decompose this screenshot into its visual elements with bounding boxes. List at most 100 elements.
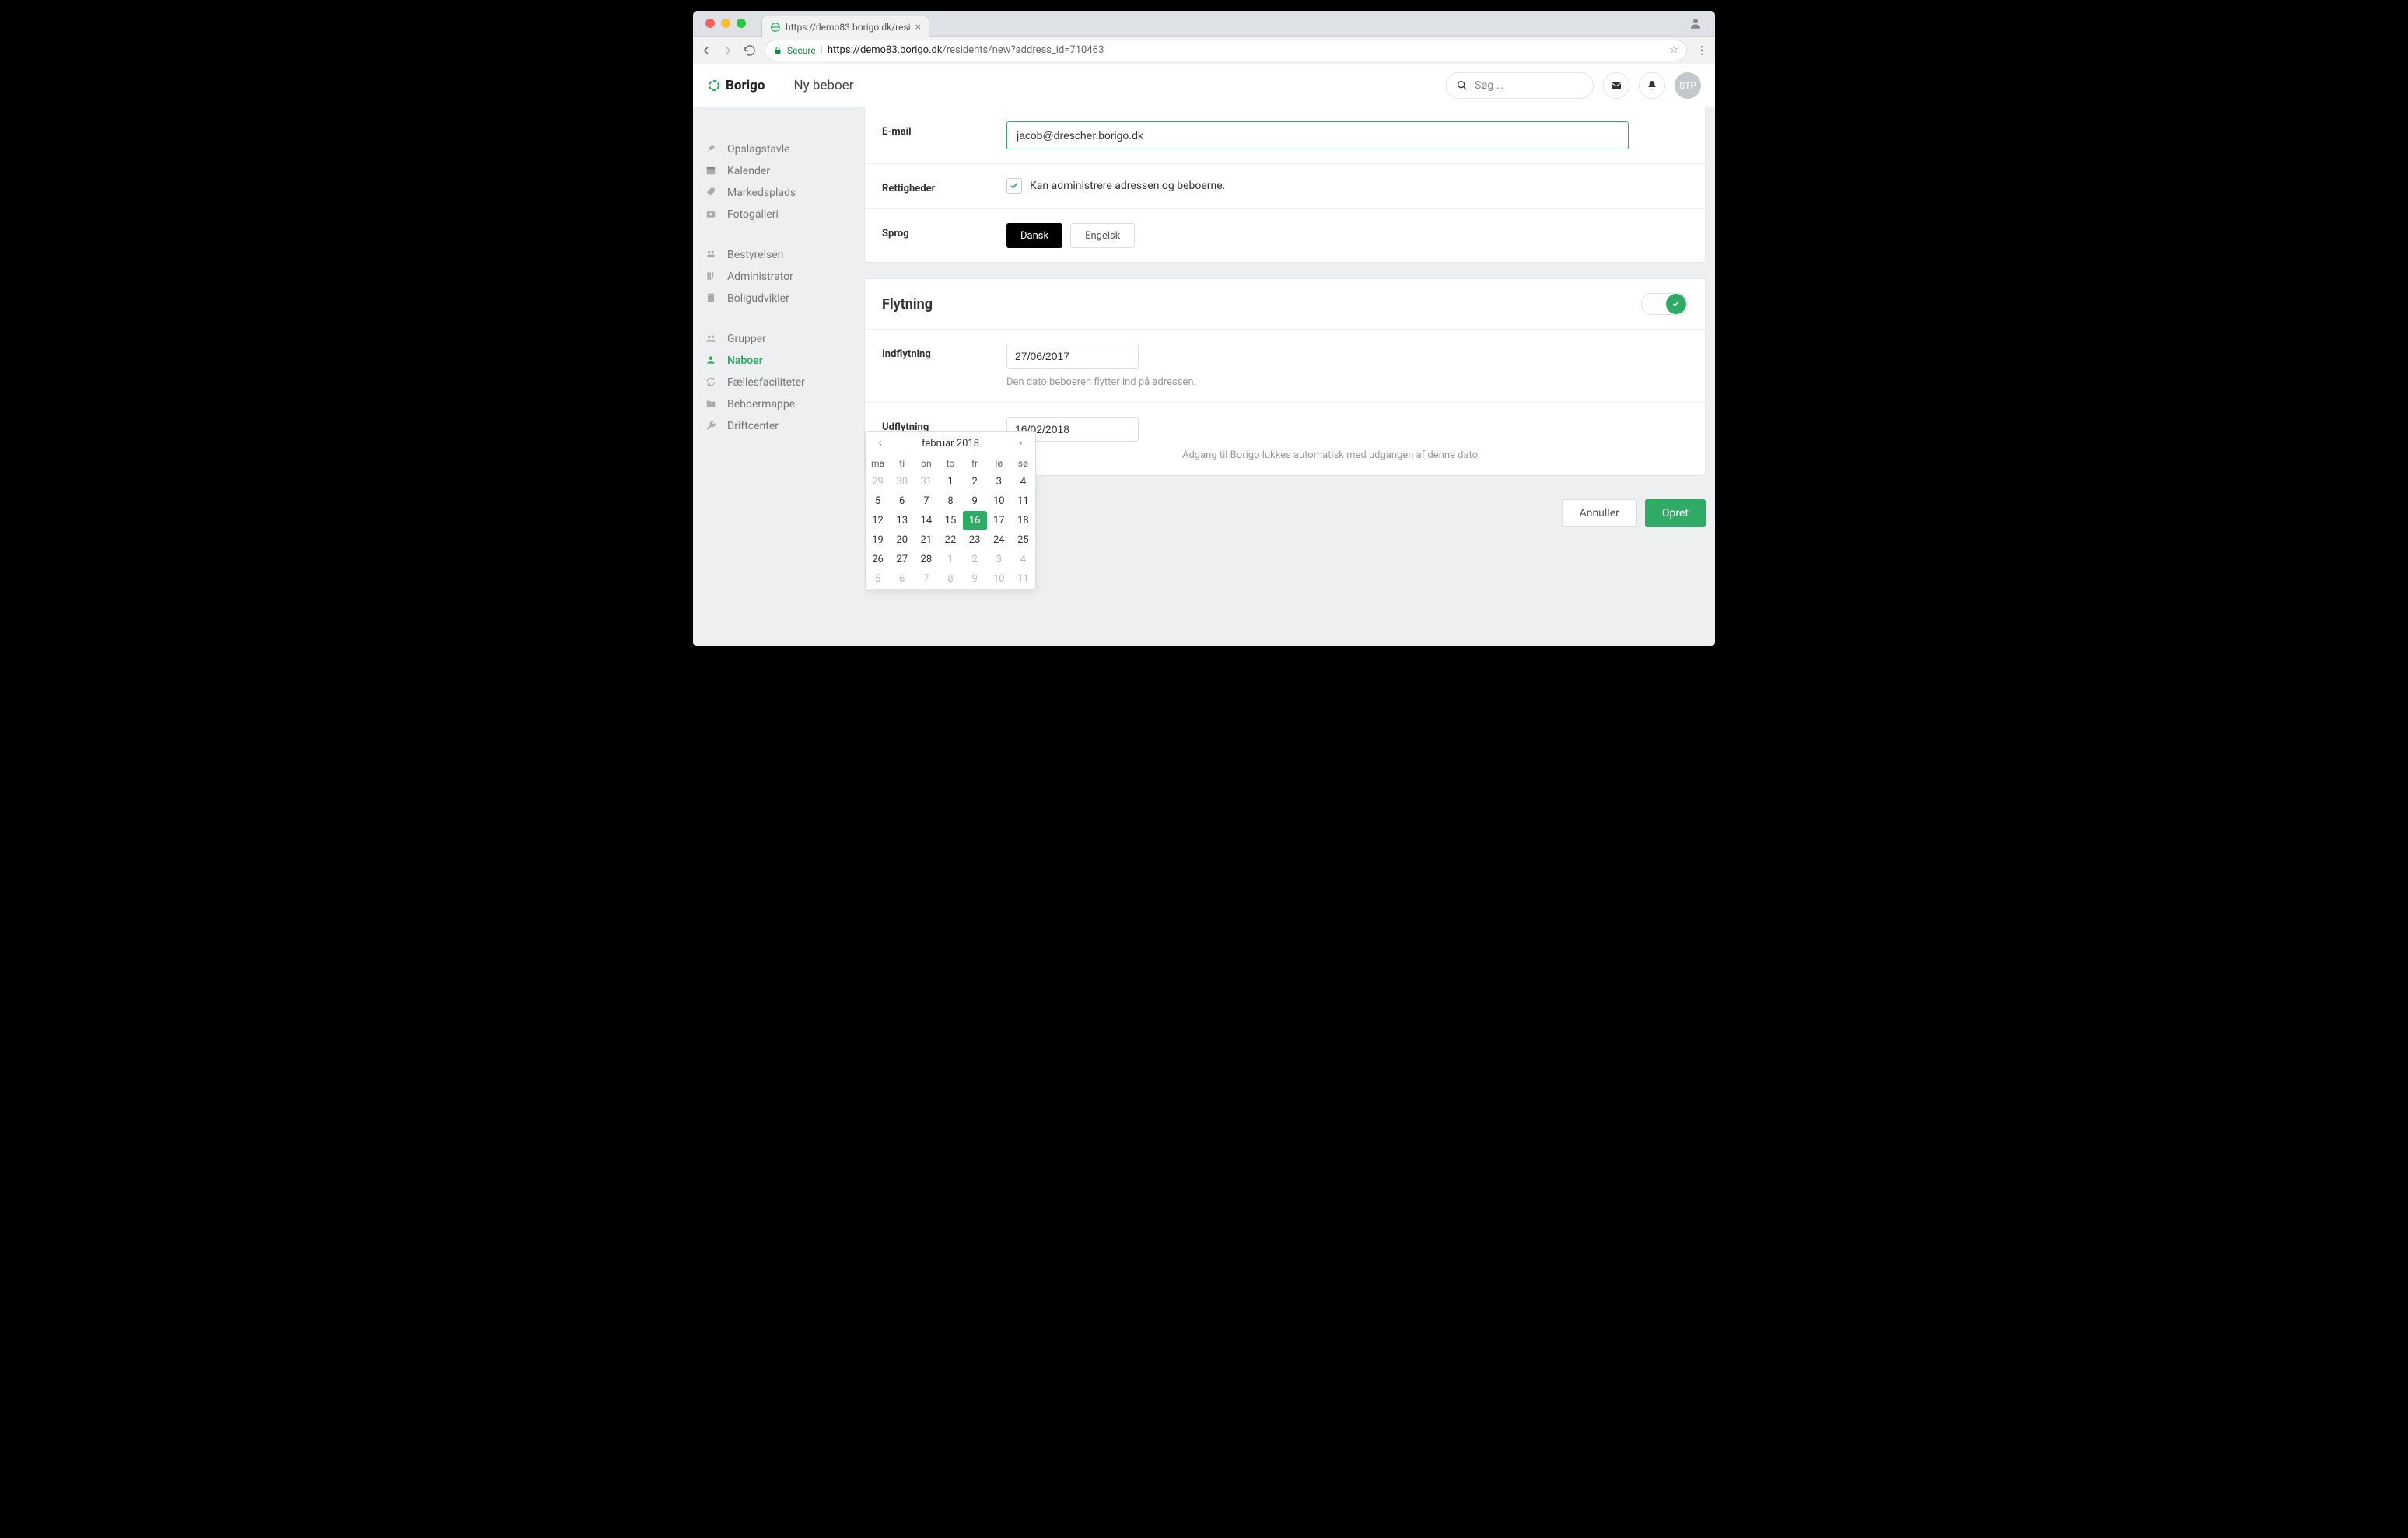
datepicker-day[interactable]: 28 [914,550,938,569]
mail-button[interactable] [1603,72,1629,99]
datepicker-day[interactable]: 2 [963,550,987,569]
datepicker-day[interactable]: 5 [866,569,890,589]
datepicker-day[interactable]: 14 [914,511,938,530]
datepicker-day[interactable]: 22 [938,530,962,550]
row-email: E-mail [865,107,1705,164]
datepicker-day[interactable]: 26 [866,550,890,569]
sidebar-item-markedsplads[interactable]: Markedsplads [693,182,864,204]
sidebar-item-label: Administrator [727,271,793,283]
window-minimize-button[interactable] [721,19,730,28]
datepicker-day[interactable]: 6 [890,491,914,511]
window-close-button[interactable] [705,19,715,28]
datepicker-dow: to [938,455,962,472]
datepicker-dow: sø [1011,455,1035,472]
create-button[interactable]: Opret [1645,499,1706,527]
datepicker-day[interactable]: 8 [938,491,962,511]
datepicker-day[interactable]: 5 [866,491,890,511]
close-icon[interactable]: × [915,21,921,33]
sidebar-item-fællesfaciliteter[interactable]: Fællesfaciliteter [693,372,864,393]
sidebar-item-label: Opslagstavle [727,143,790,156]
datepicker-day[interactable]: 18 [1011,511,1035,530]
datepicker-day[interactable]: 1 [938,472,962,491]
browser-tab[interactable]: https://demo83.borigo.dk/resi × [761,16,929,37]
sidebar-item-boligudvikler[interactable]: Boligudvikler [693,288,864,309]
language-option-dansk[interactable]: Dansk [1006,223,1062,248]
page-title: Ny beboer [793,78,853,93]
datepicker-day[interactable]: 19 [866,530,890,550]
rights-checkbox[interactable] [1006,178,1022,194]
forward-button[interactable] [721,44,735,58]
datepicker-day[interactable]: 27 [890,550,914,569]
datepicker-day[interactable]: 8 [938,569,962,589]
datepicker-day[interactable]: 6 [890,569,914,589]
browser-profile-icon[interactable] [1689,16,1703,30]
datepicker-day[interactable]: 12 [866,511,890,530]
datepicker-day[interactable]: 11 [1011,491,1035,511]
menu-button[interactable] [1695,44,1709,58]
datepicker-next[interactable] [1012,436,1029,450]
sidebar-item-fotogalleri[interactable]: Fotogalleri [693,204,864,225]
address-bar[interactable]: Secure | https://demo83.borigo.dk/reside… [765,40,1687,61]
datepicker-day[interactable]: 9 [963,569,987,589]
datepicker-day[interactable]: 31 [914,472,938,491]
datepicker-day[interactable]: 24 [987,530,1011,550]
sync-icon [705,376,718,389]
lock-icon [773,46,782,55]
back-button[interactable] [699,44,713,58]
notifications-button[interactable] [1639,72,1665,99]
datepicker-day[interactable]: 10 [987,569,1011,589]
sidebar-item-driftcenter[interactable]: Driftcenter [693,415,864,437]
datepicker-day[interactable]: 30 [890,472,914,491]
row-rights: Rettigheder Kan administrere adressen og… [865,164,1705,209]
search-input[interactable]: Søg … [1446,72,1594,99]
sidebar-item-naboer[interactable]: Naboer [693,350,864,372]
moving-toggle[interactable] [1641,293,1688,315]
datepicker-day[interactable]: 4 [1011,550,1035,569]
datepicker-day[interactable]: 15 [938,511,962,530]
sidebar-item-grupper[interactable]: Grupper [693,328,864,350]
sidebar-item-opslagstavle[interactable]: Opslagstavle [693,138,864,160]
datepicker-day[interactable]: 1 [938,550,962,569]
datepicker-day[interactable]: 16 [963,511,987,530]
brand-logo[interactable]: Borigo [707,78,765,93]
window-maximize-button[interactable] [737,19,746,28]
email-field[interactable] [1006,121,1629,149]
datepicker-day[interactable]: 3 [987,472,1011,491]
datepicker-day[interactable]: 20 [890,530,914,550]
datepicker-day[interactable]: 21 [914,530,938,550]
calendar-icon [705,165,718,177]
datepicker-day[interactable]: 13 [890,511,914,530]
window-controls [699,19,752,28]
datepicker-dow: lø [987,455,1011,472]
datepicker-day[interactable]: 3 [987,550,1011,569]
datepicker-day[interactable]: 4 [1011,472,1035,491]
move-in-label: Indflytning [882,344,1006,360]
sidebar-item-bestyrelsen[interactable]: Bestyrelsen [693,244,864,266]
datepicker-day[interactable]: 7 [914,569,938,589]
datepicker-day[interactable]: 17 [987,511,1011,530]
datepicker-day[interactable]: 11 [1011,569,1035,589]
language-option-engelsk[interactable]: Engelsk [1070,223,1135,248]
move-in-field[interactable] [1006,344,1139,369]
datepicker-day[interactable]: 7 [914,491,938,511]
sidebar-item-kalender[interactable]: Kalender [693,160,864,182]
url-path: /residents/new?address_id=710463 [942,44,1104,56]
search-placeholder: Søg … [1475,79,1503,92]
avatar[interactable]: STP [1675,72,1701,99]
person-icon [705,355,718,367]
sidebar-item-label: Kalender [727,165,770,177]
datepicker-title: februar 2018 [922,438,979,449]
rights-checkbox-label: Kan administrere adressen og beboerne. [1030,180,1225,192]
datepicker-day[interactable]: 23 [963,530,987,550]
datepicker-day[interactable]: 29 [866,472,890,491]
sidebar-item-administrator[interactable]: Administrator [693,266,864,288]
datepicker-day[interactable]: 10 [987,491,1011,511]
cancel-button[interactable]: Annuller [1562,499,1637,527]
datepicker-prev[interactable] [872,436,889,450]
bookmark-star-icon[interactable]: ☆ [1669,44,1678,56]
datepicker-day[interactable]: 2 [963,472,987,491]
sidebar-item-beboermappe[interactable]: Beboermappe [693,393,864,415]
reload-button[interactable] [743,44,757,58]
datepicker-day[interactable]: 9 [963,491,987,511]
datepicker-day[interactable]: 25 [1011,530,1035,550]
